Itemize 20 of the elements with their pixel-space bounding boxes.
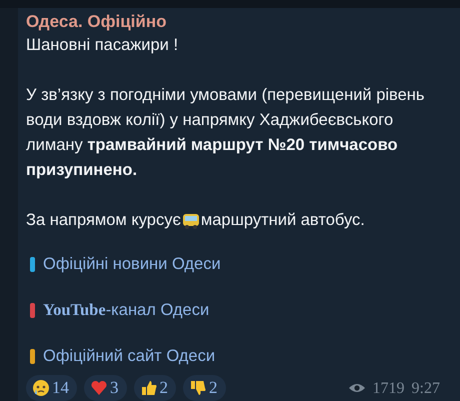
thumbs-down-icon: [189, 379, 207, 397]
channel-name[interactable]: Одеса. Офіційно: [26, 11, 446, 33]
message-text: Шановні пасажири !: [26, 35, 180, 56]
reaction-button[interactable]: 14: [26, 375, 77, 401]
reaction-button[interactable]: 2: [183, 375, 226, 401]
eye-icon: [348, 382, 366, 394]
crying-face-icon: [32, 379, 50, 397]
link[interactable]: Офіційний сайт Одеси: [43, 344, 216, 368]
link[interactable]: Офіційні новини Одеси: [43, 252, 221, 276]
message-text: У зв’язку з погодніми умовами (перевищений рівень води вздовж колії) у напрямку Хаджибеєвського лиману трамвайний маршрут №20 тимчасово призупинено.: [26, 85, 426, 181]
heart-icon: [90, 379, 108, 397]
reaction-button[interactable]: 2: [134, 375, 176, 401]
bus-icon: [182, 212, 200, 228]
thumbs-up-icon: [140, 379, 158, 397]
view-count: 1719: [372, 378, 405, 398]
message-text: маршрутний автобус.: [200, 210, 365, 231]
link[interactable]: YouTube-канал Одеси: [43, 297, 210, 323]
reaction-button[interactable]: 3: [84, 375, 126, 401]
message-time: 9:27: [412, 378, 440, 398]
message-text: За напрямом курсує: [26, 210, 181, 231]
